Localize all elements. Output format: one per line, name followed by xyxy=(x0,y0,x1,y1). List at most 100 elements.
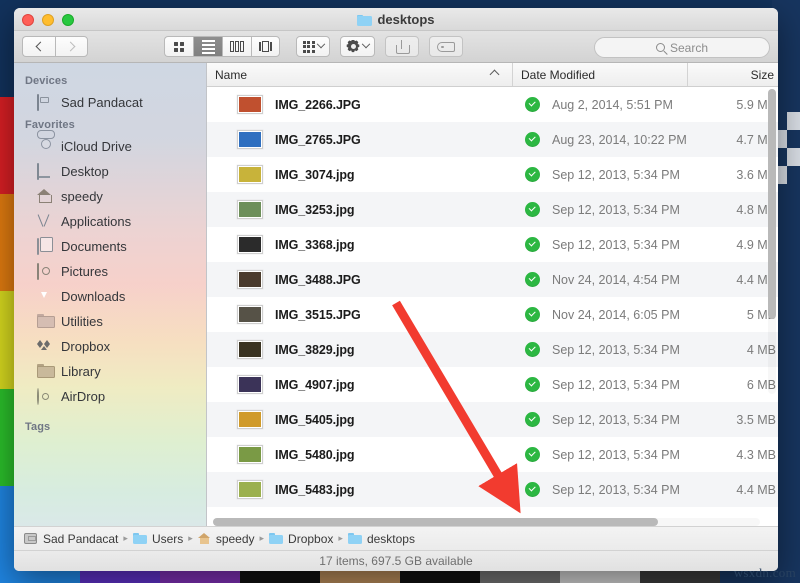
home-icon xyxy=(197,533,211,544)
column-view-button[interactable] xyxy=(222,36,251,57)
breadcrumb-speedy[interactable]: speedy xyxy=(197,531,255,546)
sidebar-item-downloads[interactable]: Downloads xyxy=(14,284,206,309)
file-size: 4.8 MB xyxy=(736,202,776,217)
file-thumbnail xyxy=(237,445,263,464)
check-circle-icon xyxy=(524,342,540,357)
breadcrumb-separator: ▸ xyxy=(188,533,193,543)
sidebar-item-library[interactable]: Library xyxy=(14,359,206,384)
horizontal-scrollbar[interactable] xyxy=(213,518,760,526)
sidebar-item-utilities[interactable]: Utilities xyxy=(14,309,206,334)
file-name-cell: IMG_2266.JPG xyxy=(207,95,512,114)
coverflow-view-button[interactable] xyxy=(251,36,280,57)
vertical-scrollbar[interactable] xyxy=(768,89,776,394)
forward-button[interactable] xyxy=(55,36,88,57)
file-name-cell: IMG_3368.jpg xyxy=(207,235,512,254)
sidebar-item-icloud-drive[interactable]: iCloud Drive xyxy=(14,134,206,159)
sidebar-item-label: speedy xyxy=(61,189,103,204)
sidebar-item-label: Dropbox xyxy=(61,339,111,354)
file-date-modified: Sep 12, 2013, 5:34 PM xyxy=(552,202,680,217)
back-button[interactable] xyxy=(22,36,55,57)
file-thumbnail xyxy=(237,235,263,254)
dropbox-icon xyxy=(37,339,54,354)
file-name: IMG_5483.jpg xyxy=(275,482,355,497)
sync-badge-cell xyxy=(512,237,552,252)
home-icon xyxy=(37,189,54,204)
file-name: IMG_5405.jpg xyxy=(275,412,355,427)
sidebar-item-speedy[interactable]: speedy xyxy=(14,184,206,209)
sync-badge-cell xyxy=(512,202,552,217)
toolbar: Search xyxy=(14,31,778,63)
file-name-cell: IMG_2765.JPG xyxy=(207,130,512,149)
window-title-text: desktops xyxy=(377,12,435,27)
folder-icon xyxy=(37,314,54,329)
chevron-left-icon xyxy=(35,41,46,52)
arrange-icon xyxy=(302,40,315,53)
file-date-modified: Sep 12, 2013, 5:34 PM xyxy=(552,342,680,357)
breadcrumb-label: Users xyxy=(151,531,184,546)
sidebar-item-documents[interactable]: Documents xyxy=(14,234,206,259)
file-name: IMG_2266.JPG xyxy=(275,97,361,112)
column-header-name[interactable]: Name xyxy=(207,68,512,82)
table-row[interactable]: IMG_3368.jpg Sep 12, 2013, 5:34 PM 4.9 MB xyxy=(207,227,778,262)
sidebar-item-sad-pandacat[interactable]: Sad Pandacat xyxy=(14,90,206,115)
breadcrumb-sad-pandacat[interactable]: Sad Pandacat xyxy=(24,532,118,546)
column-header-date-modified[interactable]: Date Modified xyxy=(512,63,687,86)
sidebar-item-airdrop[interactable]: AirDrop xyxy=(14,384,206,409)
table-row[interactable]: IMG_3253.jpg Sep 12, 2013, 5:34 PM 4.8 MB xyxy=(207,192,778,227)
folder-icon xyxy=(357,14,373,26)
breadcrumb-label: speedy xyxy=(215,531,255,546)
table-row[interactable]: IMG_2765.JPG Aug 23, 2014, 10:22 PM 4.7 MB xyxy=(207,122,778,157)
search-input[interactable]: Search xyxy=(594,37,770,58)
sidebar-item-label: iCloud Drive xyxy=(61,139,132,154)
action-button[interactable] xyxy=(340,36,375,57)
column-header-size[interactable]: Size xyxy=(687,63,778,86)
table-row[interactable]: IMG_5480.jpg Sep 12, 2013, 5:34 PM 4.3 MB xyxy=(207,437,778,472)
sidebar-item-dropbox[interactable]: Dropbox xyxy=(14,334,206,359)
file-thumbnail xyxy=(237,130,263,149)
sidebar-item-pictures[interactable]: Pictures xyxy=(14,259,206,284)
navigation-group xyxy=(22,36,88,57)
file-name: IMG_5480.jpg xyxy=(275,447,355,462)
sidebar-item-label: Library xyxy=(61,364,101,379)
file-thumbnail xyxy=(237,480,263,499)
coverflow-icon xyxy=(259,41,272,52)
list-view-button[interactable] xyxy=(193,36,222,57)
folder-icon xyxy=(269,533,284,544)
breadcrumb-desktops[interactable]: desktops xyxy=(347,532,415,546)
file-thumbnail xyxy=(237,340,263,359)
window-body: Devices Sad Pandacat Favorites iCloud Dr… xyxy=(14,63,778,526)
file-rows: IMG_2266.JPG Aug 2, 2014, 5:51 PM 5.9 MB IM… xyxy=(207,87,778,526)
table-row[interactable]: IMG_2266.JPG Aug 2, 2014, 5:51 PM 5.9 MB xyxy=(207,87,778,122)
view-mode-group xyxy=(164,36,280,57)
check-circle-icon xyxy=(524,202,540,217)
table-row[interactable]: IMG_3515.JPG Nov 24, 2014, 6:05 PM 5 MB xyxy=(207,297,778,332)
sync-badge-cell xyxy=(512,447,552,462)
sidebar-item-applications[interactable]: Applications xyxy=(14,209,206,234)
table-row[interactable]: IMG_3074.jpg Sep 12, 2013, 5:34 PM 3.6 MB xyxy=(207,157,778,192)
path-bar: Sad Pandacat ▸ Users ▸ speedy ▸ Dropbox … xyxy=(14,526,778,550)
window-title: desktops xyxy=(14,12,778,27)
table-row[interactable]: IMG_5405.jpg Sep 12, 2013, 5:34 PM 3.5 MB xyxy=(207,402,778,437)
breadcrumb-users[interactable]: Users xyxy=(132,531,184,546)
folder-icon xyxy=(132,533,147,544)
breadcrumb-label: Dropbox xyxy=(288,531,334,546)
table-row[interactable]: IMG_5483.jpg Sep 12, 2013, 5:34 PM 4.4 MB xyxy=(207,472,778,507)
tag-button[interactable] xyxy=(429,36,463,57)
table-row[interactable]: IMG_4907.jpg Sep 12, 2013, 5:34 PM 6 MB xyxy=(207,367,778,402)
check-circle-icon xyxy=(524,412,540,427)
share-button[interactable] xyxy=(385,36,419,57)
sidebar-item-desktop[interactable]: Desktop xyxy=(14,159,206,184)
watermark: wsxdn.com xyxy=(733,565,796,580)
check-circle-icon xyxy=(524,307,540,322)
arrange-button[interactable] xyxy=(296,36,330,57)
table-row[interactable]: IMG_3488.JPG Nov 24, 2014, 4:54 PM 4.4 MB xyxy=(207,262,778,297)
file-thumbnail xyxy=(237,95,263,114)
table-row[interactable]: IMG_3829.jpg Sep 12, 2013, 5:34 PM 4 MB xyxy=(207,332,778,367)
chevron-down-icon xyxy=(361,39,371,48)
file-name: IMG_3515.JPG xyxy=(275,307,361,322)
breadcrumb-dropbox[interactable]: Dropbox xyxy=(269,532,333,546)
icon-view-button[interactable] xyxy=(164,36,193,57)
file-name: IMG_3829.jpg xyxy=(275,342,355,357)
check-circle-icon xyxy=(524,167,540,182)
file-date-modified: Sep 12, 2013, 5:34 PM xyxy=(552,482,680,497)
